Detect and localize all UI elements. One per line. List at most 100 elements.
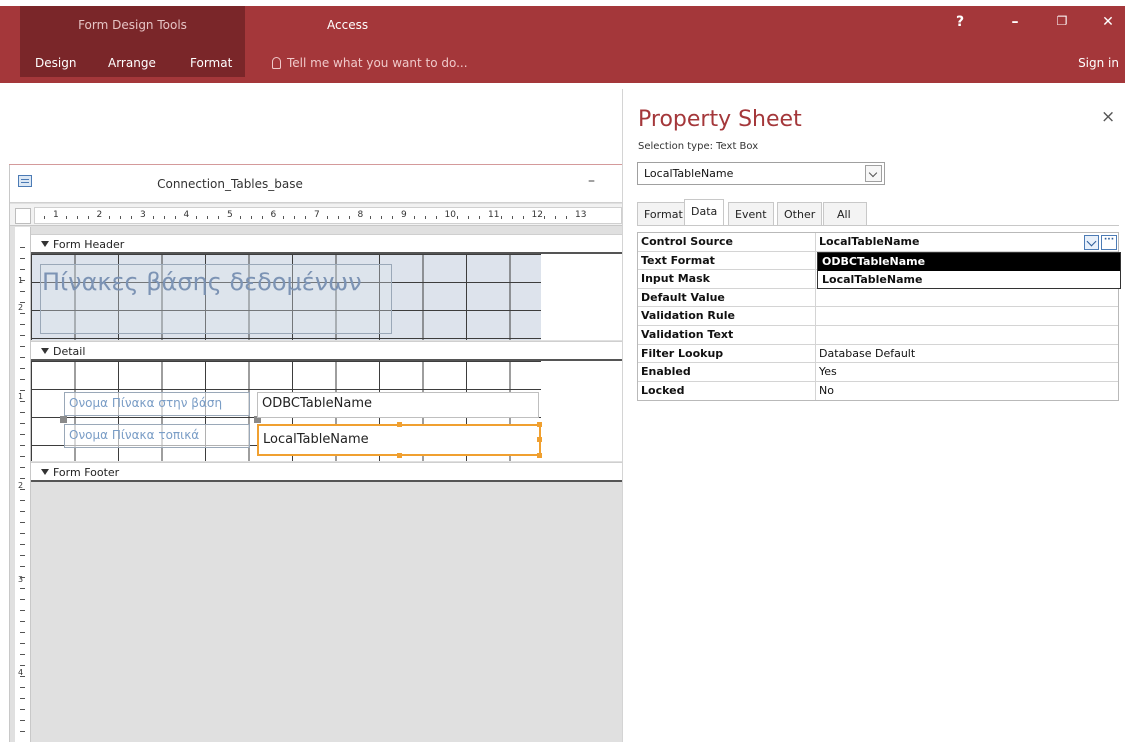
dropdown-option[interactable]: ODBCTableName — [818, 253, 1120, 271]
ruler-dot — [120, 216, 122, 219]
textbox-local-table[interactable]: LocalTableName — [257, 424, 541, 456]
property-sheet: Property Sheet × Selection type: Text Bo… — [622, 89, 1125, 742]
property-name: Validation Text — [641, 327, 734, 341]
vruler-dash — [20, 621, 25, 622]
vruler-dash — [20, 599, 25, 600]
tab-event[interactable]: Event — [728, 202, 774, 225]
label-odbc-table[interactable]: Ονομα Πίνακα στην βάση — [64, 392, 250, 416]
property-value[interactable]: Database Default — [819, 347, 915, 360]
ruler-dot — [65, 216, 67, 219]
chevron-down-icon[interactable] — [1084, 235, 1099, 250]
property-value[interactable]: No — [819, 384, 834, 397]
ruler-scale: 1 2 3 4 5 6 7 8 9 10 11 12 13 — [34, 207, 622, 224]
chevron-down-icon[interactable] — [865, 165, 882, 182]
textbox-odbc-table[interactable]: ODBCTableName — [257, 392, 539, 418]
vruler-dash — [20, 632, 25, 633]
property-value[interactable]: Yes — [819, 365, 837, 378]
ruler-dot — [283, 216, 285, 219]
vruler-dash — [20, 379, 25, 380]
restore-button[interactable]: ❐ — [1047, 14, 1077, 28]
tab-format[interactable]: Format — [190, 56, 232, 70]
vruler-dash — [20, 577, 25, 578]
ruler-dot — [500, 216, 502, 219]
resize-handle[interactable] — [397, 422, 402, 427]
tab-arrange[interactable]: Arrange — [108, 56, 156, 70]
section-arrow-icon — [41, 348, 49, 354]
vruler-dash — [20, 302, 25, 303]
vruler-dash — [20, 654, 25, 655]
move-handle[interactable] — [60, 416, 67, 423]
property-row[interactable]: Filter Lookup Database Default — [638, 344, 1118, 364]
close-icon[interactable]: × — [1101, 107, 1115, 127]
form-minimize-button[interactable]: – — [588, 173, 595, 189]
column-separator — [815, 251, 816, 270]
header-caption-label[interactable]: Πίνακες βάσης δεδομένων — [42, 268, 362, 296]
vruler-dash — [20, 258, 25, 259]
app-title: Access — [327, 18, 369, 32]
form-titlebar: Connection_Tables_base – — [10, 165, 622, 203]
vruler-dash — [20, 566, 25, 567]
property-row[interactable]: Control Source LocalTableName ··· — [638, 233, 1118, 252]
ruler-dot — [109, 216, 111, 219]
control-source-dropdown: ODBCTableName LocalTableName — [817, 252, 1121, 289]
vruler-dash — [20, 687, 25, 688]
vruler-tick-label: 1 — [18, 392, 24, 401]
vruler-dash — [20, 489, 25, 490]
ruler-dot — [457, 216, 459, 219]
resize-handle[interactable] — [397, 453, 402, 458]
ruler-dot — [76, 216, 78, 219]
minimize-button[interactable]: – — [1000, 14, 1030, 30]
resize-handle[interactable] — [537, 453, 542, 458]
section-form-footer[interactable]: Form Footer — [31, 462, 622, 482]
property-value[interactable]: LocalTableName — [819, 235, 919, 248]
section-arrow-icon — [41, 241, 49, 247]
vruler-dash — [20, 280, 25, 281]
ruler-tick-label: 13 — [575, 210, 587, 220]
tab-all[interactable]: All — [823, 202, 867, 225]
ribbon: Form Design Tools Access Design Arrange … — [0, 0, 1125, 83]
property-row[interactable]: Locked No — [638, 381, 1118, 401]
build-button[interactable]: ··· — [1101, 235, 1117, 250]
section-detail[interactable]: Detail — [31, 341, 622, 361]
tab-data[interactable]: Data — [684, 199, 725, 225]
property-row[interactable]: Validation Text — [638, 325, 1118, 345]
dropdown-option[interactable]: LocalTableName — [818, 271, 1120, 289]
column-separator — [815, 363, 816, 381]
control-selector[interactable]: LocalTableName — [637, 162, 885, 185]
resize-handle[interactable] — [537, 422, 542, 427]
ruler-dot — [424, 216, 426, 219]
ruler-tick-label: 6 — [270, 210, 277, 220]
vruler-dash — [20, 401, 25, 402]
ruler-dot — [555, 216, 557, 219]
vruler-dash — [20, 500, 25, 501]
form-design-window: Connection_Tables_base – 1 2 3 4 5 6 7 8 9 10 11 12… — [9, 164, 623, 742]
property-row[interactable]: Default Value — [638, 288, 1118, 308]
ruler-dot — [392, 216, 394, 219]
vruler-dash — [20, 357, 25, 358]
tab-format[interactable]: Format — [637, 202, 690, 225]
ruler-tick-label: 7 — [314, 210, 320, 220]
sign-in-link[interactable]: Sign in — [1078, 56, 1119, 70]
tell-me-search[interactable]: Tell me what you want to do... — [272, 56, 468, 70]
ruler-dot — [326, 216, 328, 219]
resize-handle[interactable] — [537, 437, 542, 442]
label-local-table[interactable]: Ονομα Πίνακα τοπικά — [64, 424, 250, 448]
section-form-header[interactable]: Form Header — [31, 234, 622, 254]
selection-type: Selection type: Text Box — [638, 141, 759, 152]
control-selector-value: LocalTableName — [644, 167, 734, 180]
tab-divider — [637, 225, 1119, 226]
column-separator — [815, 270, 816, 288]
form-selector[interactable] — [15, 208, 31, 224]
ruler-dot — [370, 216, 372, 219]
property-row[interactable]: Enabled Yes — [638, 363, 1118, 382]
vruler-dash — [20, 423, 25, 424]
ruler-dot — [87, 216, 89, 219]
tab-other[interactable]: Other — [777, 202, 823, 225]
property-row[interactable]: Validation Rule — [638, 307, 1118, 326]
tab-design[interactable]: Design — [35, 56, 76, 70]
vruler-dash — [20, 390, 25, 391]
ruler-dot — [522, 216, 524, 219]
close-button[interactable]: ✕ — [1093, 14, 1123, 30]
vruler-dash — [20, 522, 25, 523]
help-button[interactable]: ? — [945, 14, 975, 30]
